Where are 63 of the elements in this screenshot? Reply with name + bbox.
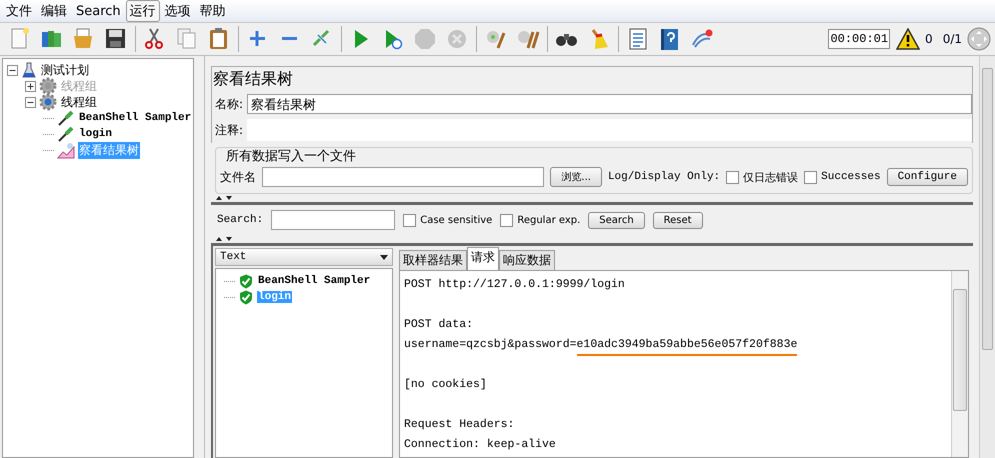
comment-label: 注释: <box>215 122 244 138</box>
check-shield-icon <box>239 290 253 304</box>
warning-icon[interactable] <box>896 28 920 50</box>
checkbox[interactable] <box>403 214 416 226</box>
remote-status-icon <box>967 27 991 51</box>
tab[interactable]: 取样器结果 <box>399 250 467 270</box>
chart-icon <box>57 141 75 159</box>
request-text-line: username=qzcsbj&password=e10adc3949ba59abbe56e057f20f883e <box>404 335 947 355</box>
search-label: Search: <box>217 214 264 226</box>
search-panel-button[interactable]: Search <box>588 212 645 228</box>
file-label: 文件名 <box>220 168 256 186</box>
checkbox-label: Successes <box>821 171 881 183</box>
tab[interactable]: 响应数据 <box>499 250 555 270</box>
search-panel-button[interactable]: Reset <box>652 212 703 228</box>
tree-item[interactable]: login <box>78 128 114 140</box>
comment-field[interactable] <box>247 119 972 141</box>
file-field[interactable] <box>262 167 544 187</box>
caret-icon <box>380 254 388 260</box>
save-icon[interactable] <box>104 27 128 51</box>
tab[interactable]: 请求 <box>467 247 499 270</box>
scrollbar[interactable] <box>951 271 968 457</box>
menu-item[interactable]: 选项 <box>160 0 195 22</box>
check-shield-icon <box>239 274 253 288</box>
menu-item[interactable]: 文件 <box>2 0 36 22</box>
pipette-icon <box>57 109 75 127</box>
checkbox[interactable] <box>500 214 514 226</box>
menu-item[interactable]: 编辑 <box>37 0 71 22</box>
tree-item[interactable]: BeanShell Sampler <box>78 112 192 124</box>
request-text-line: Request Headers: <box>404 417 516 433</box>
checkbox-label: Case sensitive <box>420 214 492 226</box>
elapsed-time: 00:00:01 <box>828 29 890 49</box>
request-text-line: [no cookies] <box>404 377 488 393</box>
error-count: 0 <box>925 32 933 46</box>
checkbox[interactable] <box>726 170 740 184</box>
tree-item[interactable]: 测试计划 <box>40 62 90 78</box>
thread-count: 0/1 <box>942 32 962 46</box>
menu-item[interactable]: 运行 <box>126 0 160 22</box>
checkbox-label: Regular exp. <box>517 214 580 226</box>
tree-item[interactable]: 线程组 <box>60 94 98 110</box>
panel-title: 察看结果树 <box>211 66 973 91</box>
name-label: 名称: <box>215 96 244 112</box>
collapse-toggle[interactable] <box>7 64 18 76</box>
collapse-toggle[interactable] <box>25 96 36 108</box>
checkbox-label: 仅日志错误 <box>743 170 798 184</box>
flask-icon <box>21 62 37 78</box>
log-display-label: Log/Display Only: <box>608 171 720 183</box>
group-title: 所有数据写入一个文件 <box>226 148 357 165</box>
request-text-line: POST http://127.0.0.1:9999/login <box>404 277 626 293</box>
request-text-line: Connection: keep-alive <box>404 437 557 453</box>
browse-button[interactable]: 浏览... <box>550 167 602 187</box>
gear-icon <box>39 77 57 95</box>
configure-button[interactable]: Configure <box>886 168 968 186</box>
checkbox[interactable] <box>804 170 818 184</box>
name-field[interactable]: 察看结果树 <box>247 94 972 114</box>
gear-icon <box>39 93 57 111</box>
pipette-icon <box>57 125 75 143</box>
renderer-dropdown[interactable]: Text <box>215 248 393 266</box>
menu-item[interactable]: 帮助 <box>196 0 230 22</box>
menu-item[interactable]: Search <box>72 2 125 20</box>
search-field[interactable] <box>271 210 396 230</box>
request-text-line: POST data: <box>404 317 474 333</box>
result-item[interactable]: BeanShell Sampler <box>257 275 372 287</box>
scrollbar[interactable] <box>979 56 995 458</box>
